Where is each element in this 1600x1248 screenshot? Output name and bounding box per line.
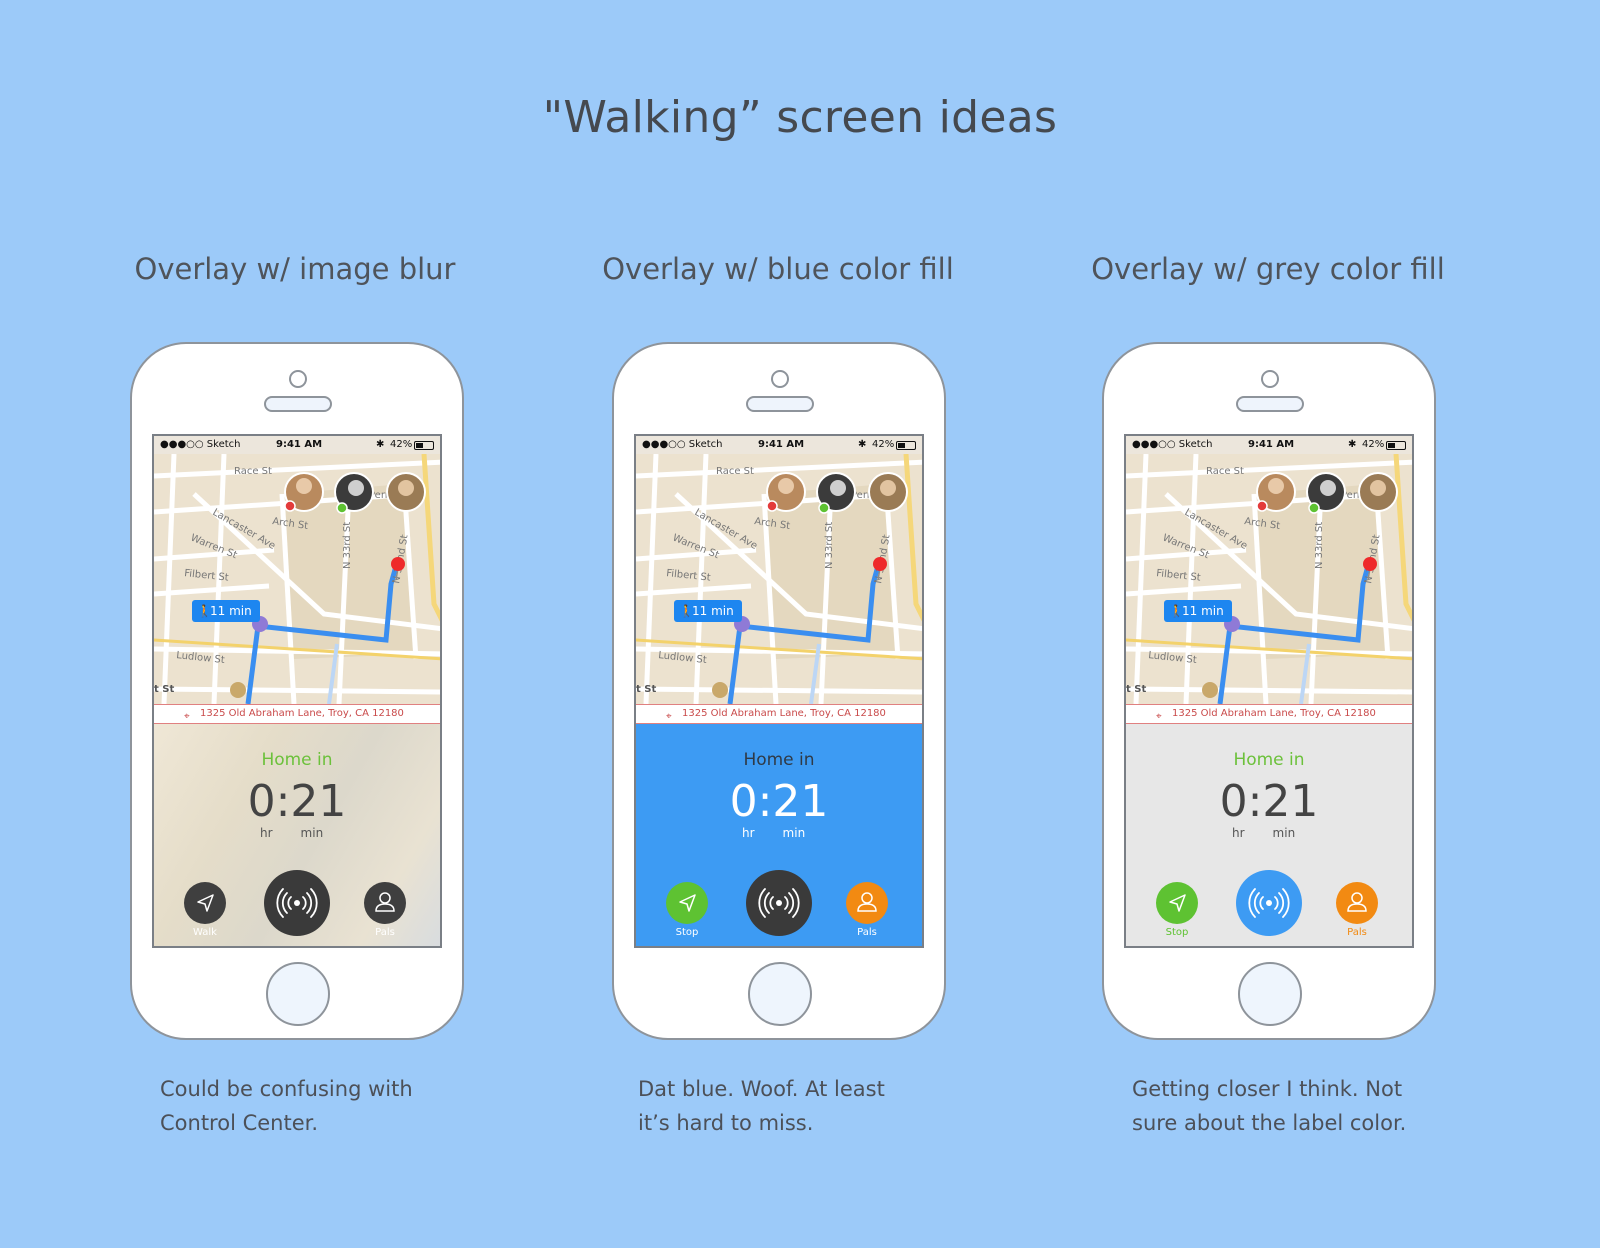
map-street-label: Race St	[1206, 466, 1244, 477]
carrier-signal: ●●●○○ Sketch	[1132, 439, 1213, 450]
variant-title: Overlay w/ grey color fill	[1091, 252, 1445, 286]
walk-time-chip[interactable]: 🚶 11 min	[1164, 600, 1232, 622]
map-view[interactable]: Race St Lancaster Ave Arch St Warren St …	[1126, 453, 1412, 705]
earpiece-speaker	[1236, 396, 1304, 412]
svg-text:t St: t St	[1126, 684, 1146, 695]
walking-person-icon: 🚶	[1169, 604, 1184, 618]
home-button[interactable]	[1238, 962, 1302, 1026]
caption-line: Getting closer I think. Not	[1132, 1077, 1403, 1101]
eta-overlay: Home in 0:21 hr min	[1126, 724, 1412, 946]
time-units: hr min	[1232, 826, 1295, 840]
navigation-arrow-icon	[1169, 894, 1186, 912]
svg-text:N 33rd St: N 33rd St	[1314, 522, 1325, 569]
variant-column: Overlay w/ grey color fill ●●●○○ Sketch …	[0, 0, 1600, 1248]
bluetooth-icon: ✱	[1348, 439, 1357, 450]
address-text: 1325 Old Abraham Lane, Troy, CA 12180	[1172, 708, 1376, 719]
left-button-label: Stop	[1165, 927, 1189, 938]
front-camera	[1261, 370, 1279, 388]
countdown-timer: 0:21	[1219, 776, 1319, 827]
left-action-button[interactable]	[1156, 882, 1198, 924]
battery-icon	[1386, 441, 1406, 450]
unit-hr-label: hr	[1232, 826, 1245, 840]
phone-mockup: ●●●○○ Sketch 9:41 AM ✱ 42% Race St Lanca…	[1102, 342, 1436, 1040]
status-time: 9:41 AM	[1248, 439, 1295, 450]
phone-screen: ●●●○○ Sketch 9:41 AM ✱ 42% Race St Lanca…	[1124, 434, 1414, 948]
broadcast-button[interactable]	[1236, 870, 1302, 936]
broadcast-signal-icon	[1248, 888, 1290, 918]
unit-min-label: min	[1272, 826, 1296, 840]
walk-time-label: 11 min	[1182, 604, 1224, 618]
status-bar: ●●●○○ Sketch 9:41 AM ✱ 42%	[1126, 436, 1412, 454]
person-icon	[1347, 892, 1367, 912]
home-in-label: Home in	[1233, 750, 1305, 770]
pals-button-label: Pals	[1347, 927, 1367, 938]
address-bar[interactable]: ⌖ 1325 Old Abraham Lane, Troy, CA 12180	[1126, 704, 1412, 724]
battery-percent: 42%	[1362, 439, 1385, 450]
pals-button[interactable]	[1336, 882, 1378, 924]
caption-line: sure about the label color.	[1132, 1111, 1407, 1135]
variant-caption: Getting closer I think. Not sure about t…	[1132, 1072, 1462, 1140]
